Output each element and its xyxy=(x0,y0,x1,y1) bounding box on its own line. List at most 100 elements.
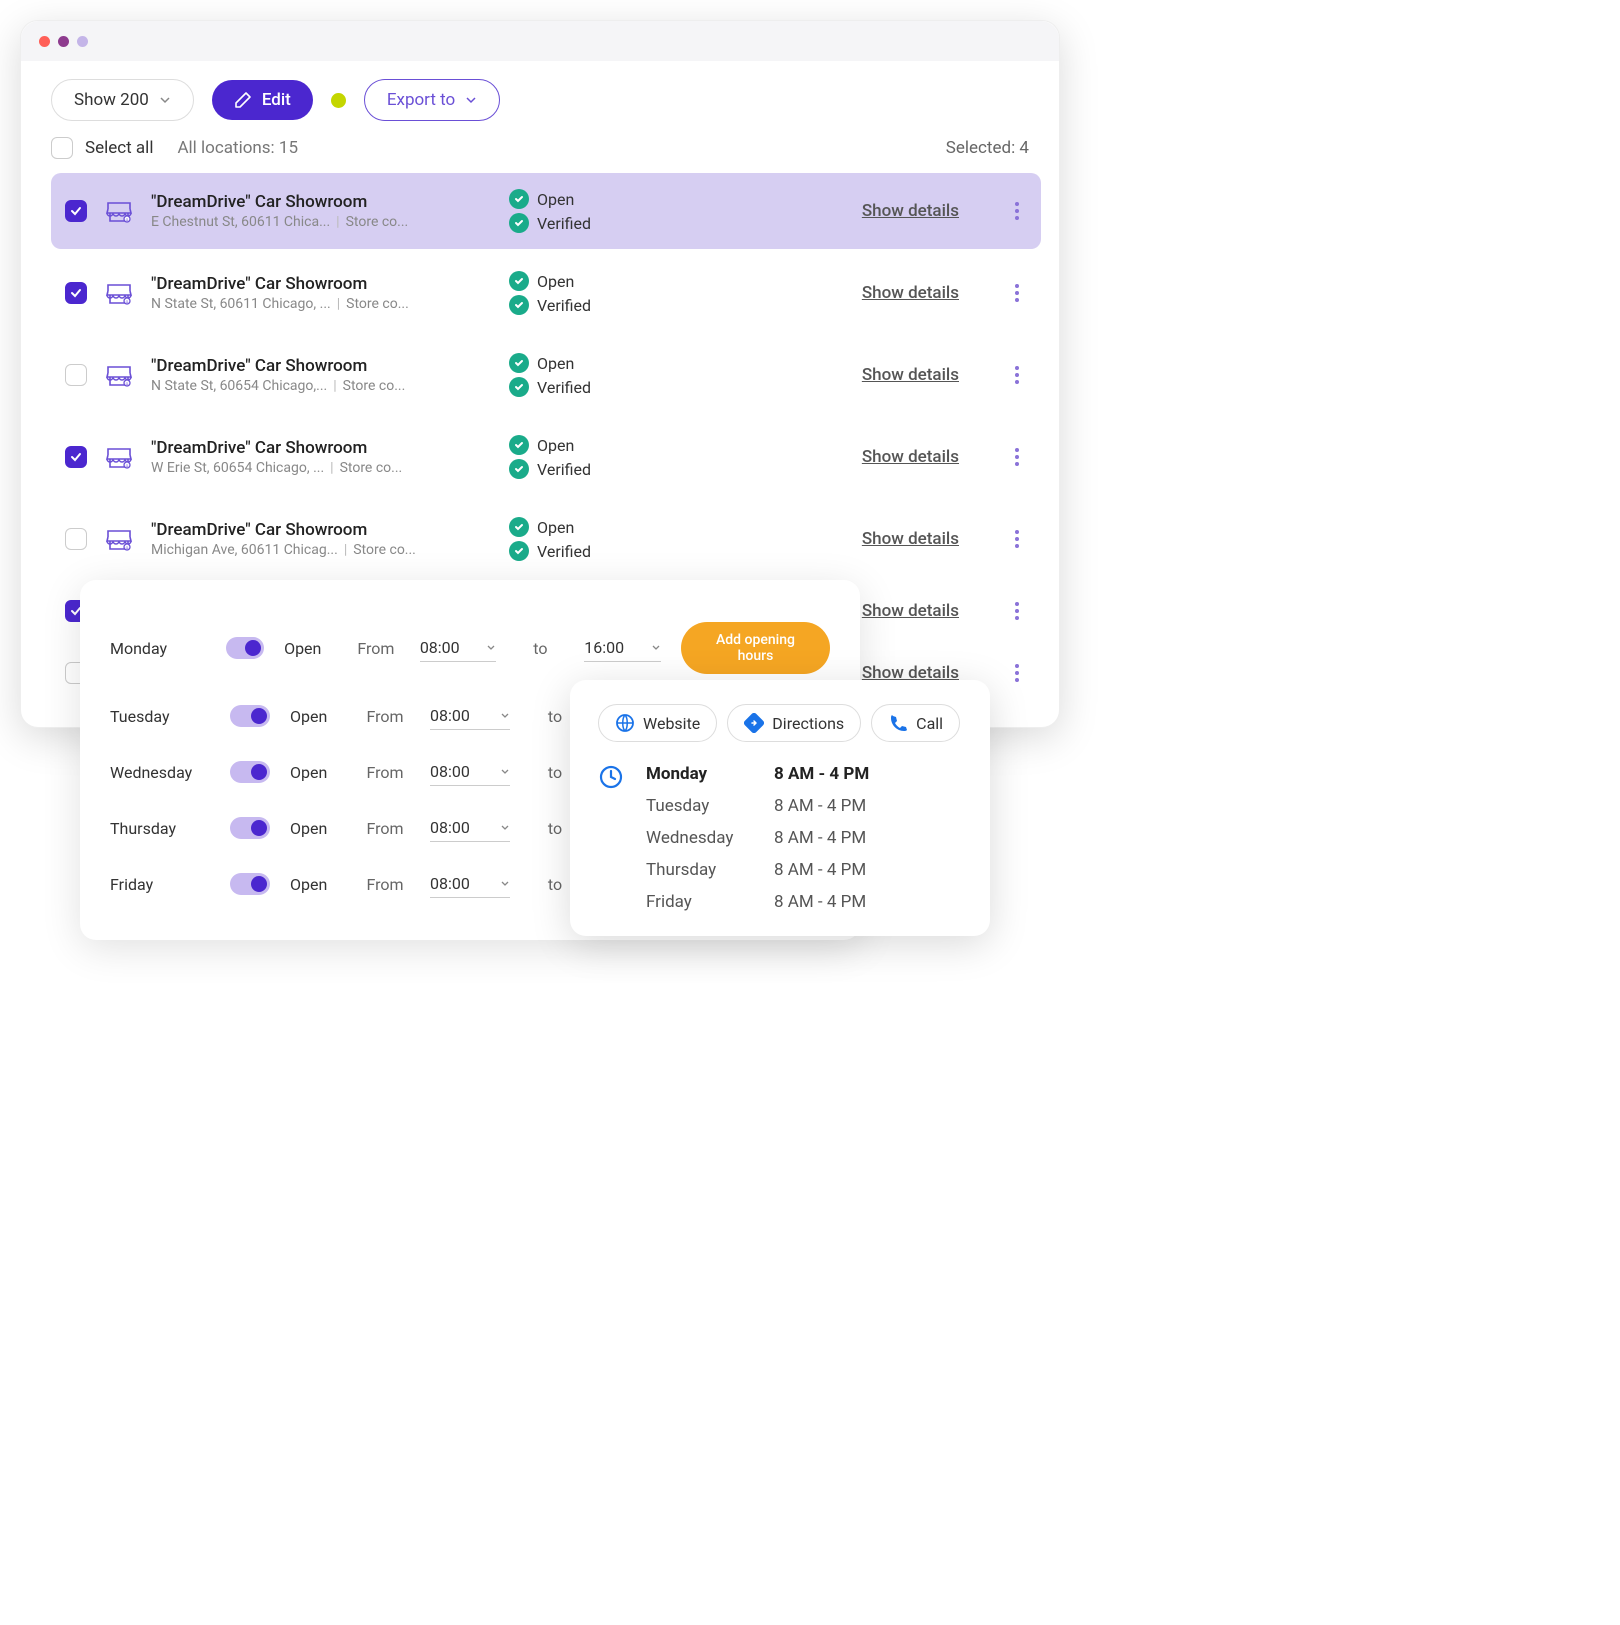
select-all-label: Select all xyxy=(85,138,153,158)
preview-time: 8 AM - 4 PM xyxy=(774,796,962,816)
row-title: "DreamDrive" Car Showroom xyxy=(151,356,491,376)
row-menu-button[interactable] xyxy=(1007,445,1027,469)
row-checkbox[interactable] xyxy=(65,200,87,222)
show-details-link[interactable]: Show details xyxy=(862,529,959,549)
table-row[interactable]: G "DreamDrive" Car Showroom N State St, … xyxy=(51,255,1041,331)
row-title: "DreamDrive" Car Showroom xyxy=(151,520,491,540)
from-time-select[interactable]: 08:00 xyxy=(430,702,510,730)
window-titlebar xyxy=(21,21,1059,61)
window-close-dot[interactable] xyxy=(39,36,50,47)
table-row[interactable]: G "DreamDrive" Car Showroom Michigan Ave… xyxy=(51,501,1041,577)
select-all-checkbox[interactable] xyxy=(51,137,73,159)
export-label: Export to xyxy=(387,90,455,110)
check-badge-icon xyxy=(509,459,529,479)
row-menu-button[interactable] xyxy=(1007,199,1027,223)
row-checkbox[interactable] xyxy=(65,364,87,386)
status-verified: Verified xyxy=(537,460,591,479)
open-toggle[interactable] xyxy=(230,705,270,727)
table-row[interactable]: G "DreamDrive" Car Showroom N State St, … xyxy=(51,337,1041,413)
from-time-select[interactable]: 08:00 xyxy=(430,758,510,786)
status-verified: Verified xyxy=(537,378,591,397)
call-button[interactable]: Call xyxy=(871,704,960,742)
status-open: Open xyxy=(537,436,574,455)
from-time-select[interactable]: 08:00 xyxy=(430,814,510,842)
preview-day: Friday xyxy=(646,892,766,912)
from-label: From xyxy=(360,763,410,782)
table-row[interactable]: G "DreamDrive" Car Showroom W Erie St, 6… xyxy=(51,419,1041,495)
status-cell: Open Verified xyxy=(509,353,669,397)
status-open: Open xyxy=(537,354,574,373)
directions-icon xyxy=(744,713,764,733)
status-cell: Open Verified xyxy=(509,517,669,561)
day-label: Wednesday xyxy=(110,763,210,782)
toolbar: Show 200 Edit Export to xyxy=(21,61,1059,131)
row-checkbox[interactable] xyxy=(65,282,87,304)
from-label: From xyxy=(352,639,400,658)
hours-row: Monday Open From 08:00 to 16:00 Add open… xyxy=(110,608,830,688)
svg-text:G: G xyxy=(126,381,129,386)
status-cell: Open Verified xyxy=(509,435,669,479)
table-row[interactable]: G "DreamDrive" Car Showroom E Chestnut S… xyxy=(51,173,1041,249)
show-count-label: Show 200 xyxy=(74,90,149,110)
preview-day: Monday xyxy=(646,764,766,784)
row-subtitle: E Chestnut St, 60611 Chica...|Store co..… xyxy=(151,214,491,230)
row-menu-button[interactable] xyxy=(1007,527,1027,551)
window-max-dot[interactable] xyxy=(77,36,88,47)
preview-buttons: Website Directions Call xyxy=(598,704,962,742)
preview-time: 8 AM - 4 PM xyxy=(774,764,962,784)
preview-day: Wednesday xyxy=(646,828,766,848)
from-time-select[interactable]: 08:00 xyxy=(420,634,497,662)
row-checkbox[interactable] xyxy=(65,528,87,550)
edit-label: Edit xyxy=(262,90,291,110)
website-button[interactable]: Website xyxy=(598,704,717,742)
show-count-dropdown[interactable]: Show 200 xyxy=(51,79,194,121)
window-min-dot[interactable] xyxy=(58,36,69,47)
check-badge-icon xyxy=(509,435,529,455)
row-menu-button[interactable] xyxy=(1007,281,1027,305)
row-menu-button[interactable] xyxy=(1007,599,1027,623)
show-details-link[interactable]: Show details xyxy=(862,365,959,385)
open-toggle[interactable] xyxy=(230,873,270,895)
preview-schedule: Monday8 AM - 4 PMTuesday8 AM - 4 PMWedne… xyxy=(598,764,962,912)
check-badge-icon xyxy=(509,353,529,373)
preview-day: Thursday xyxy=(646,860,766,880)
chevron-down-icon xyxy=(159,94,171,106)
website-label: Website xyxy=(643,714,700,733)
add-opening-hours-button[interactable]: Add opening hours xyxy=(681,622,830,674)
globe-icon xyxy=(615,713,635,733)
row-checkbox[interactable] xyxy=(65,446,87,468)
show-details-link[interactable]: Show details xyxy=(862,447,959,467)
directions-button[interactable]: Directions xyxy=(727,704,861,742)
svg-text:G: G xyxy=(126,299,129,304)
store-icon: G xyxy=(105,445,133,469)
from-label: From xyxy=(360,819,410,838)
preview-time: 8 AM - 4 PM xyxy=(774,860,962,880)
show-details-link[interactable]: Show details xyxy=(862,601,959,621)
phone-icon xyxy=(888,713,908,733)
open-toggle[interactable] xyxy=(226,637,264,659)
row-menu-button[interactable] xyxy=(1007,661,1027,685)
open-state-label: Open xyxy=(290,707,340,726)
show-details-link[interactable]: Show details xyxy=(862,201,959,221)
open-toggle[interactable] xyxy=(230,761,270,783)
status-verified: Verified xyxy=(537,296,591,315)
open-state-label: Open xyxy=(284,639,332,658)
call-label: Call xyxy=(916,714,943,733)
clock-icon xyxy=(598,764,624,790)
svg-text:G: G xyxy=(126,217,129,222)
business-preview-card: Website Directions Call Monday 8 AM - 4 P… xyxy=(570,680,990,936)
export-dropdown[interactable]: Export to xyxy=(364,79,500,121)
to-time-select[interactable]: 16:00 xyxy=(584,634,661,662)
row-subtitle: N State St, 60611 Chicago, ...|Store co.… xyxy=(151,296,491,312)
show-details-link[interactable]: Show details xyxy=(862,283,959,303)
row-menu-button[interactable] xyxy=(1007,363,1027,387)
from-label: From xyxy=(360,707,410,726)
edit-button[interactable]: Edit xyxy=(212,80,313,120)
preview-time: 8 AM - 4 PM xyxy=(774,828,962,848)
from-time-select[interactable]: 08:00 xyxy=(430,870,510,898)
store-icon: G xyxy=(105,199,133,223)
directions-label: Directions xyxy=(772,714,844,733)
open-toggle[interactable] xyxy=(230,817,270,839)
svg-text:G: G xyxy=(126,545,129,550)
status-cell: Open Verified xyxy=(509,271,669,315)
